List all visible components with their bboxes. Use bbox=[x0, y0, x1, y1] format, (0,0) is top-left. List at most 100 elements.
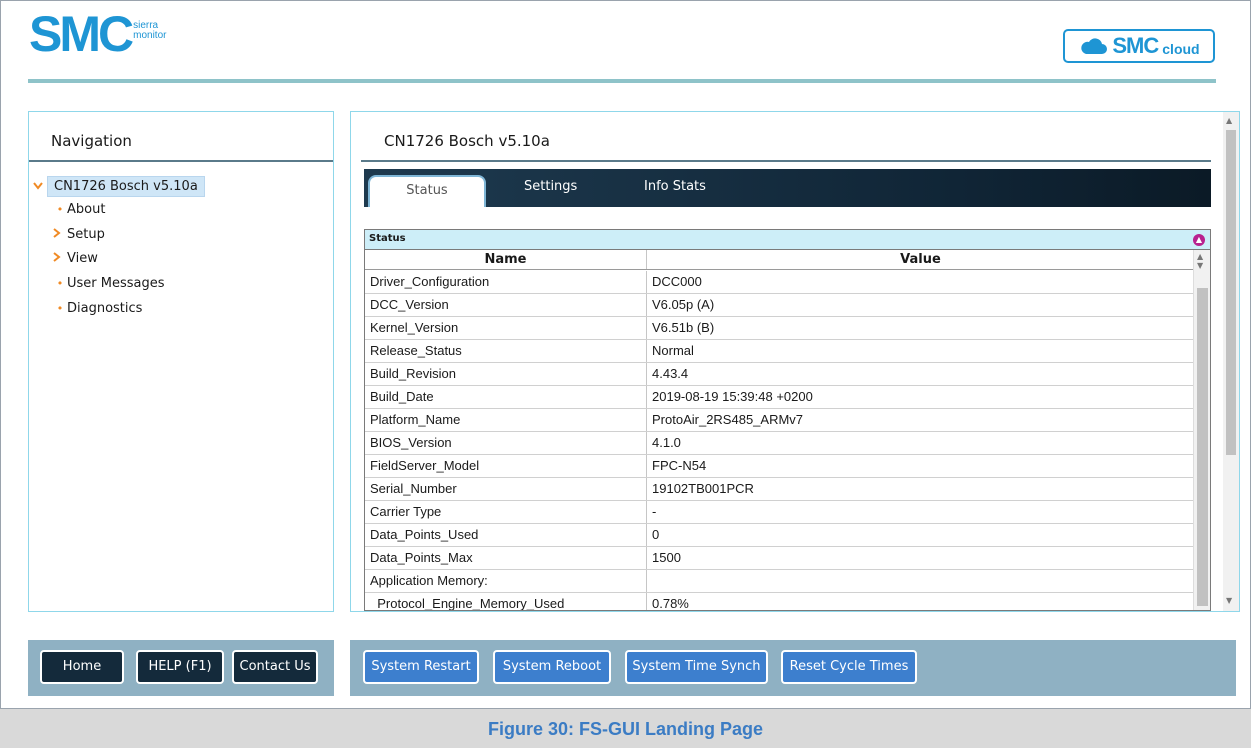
row-value: 0 bbox=[652, 527, 660, 542]
table-row: Application Memory: bbox=[365, 570, 1194, 593]
scroll-down-icon[interactable]: ▼ bbox=[1226, 596, 1232, 605]
row-name: DCC_Version bbox=[365, 294, 647, 316]
bullet-icon: • bbox=[56, 203, 64, 216]
row-value: 0.78% bbox=[652, 596, 689, 611]
tree-item-diagnostics[interactable]: • Diagnostics bbox=[53, 301, 143, 316]
bullet-icon: • bbox=[56, 302, 64, 315]
row-value: V6.51b (B) bbox=[652, 320, 715, 335]
header-divider bbox=[28, 79, 1216, 83]
row-value: 1500 bbox=[652, 550, 681, 565]
row-value bbox=[647, 570, 1194, 592]
chevron-right-icon bbox=[53, 251, 67, 266]
tree-item-label: Diagnostics bbox=[67, 301, 143, 316]
table-row: DCC_Version V6.05p (A) bbox=[365, 294, 1194, 317]
navigation-panel: Navigation CN1726 Bosch v5.10a • About S… bbox=[28, 111, 334, 612]
table-row: BIOS_Version 4.1.0 bbox=[365, 432, 1194, 455]
status-table: Status ▲ Name Value Driver_Configuration… bbox=[364, 229, 1211, 611]
help-button[interactable]: HELP (F1) bbox=[136, 650, 224, 684]
row-name: Build_Revision bbox=[365, 363, 647, 385]
row-value: 4.1.0 bbox=[652, 435, 681, 450]
smc-cloud-logo[interactable]: SMC cloud bbox=[1063, 29, 1215, 63]
table-row: Data_Points_Max 1500 bbox=[365, 547, 1194, 570]
tree-item-label: Setup bbox=[67, 227, 105, 242]
main-divider bbox=[361, 160, 1211, 162]
tab-info-stats[interactable]: Info Stats bbox=[644, 179, 706, 194]
contact-us-button[interactable]: Contact Us bbox=[232, 650, 318, 684]
tab-settings[interactable]: Settings bbox=[524, 179, 577, 194]
smc-logo: SMC sierra monitor bbox=[29, 6, 166, 62]
system-restart-button[interactable]: System Restart bbox=[363, 650, 479, 684]
chevron-down-icon bbox=[33, 179, 47, 194]
tab-bar: Status Settings Info Stats bbox=[364, 169, 1211, 207]
table-body: Driver_Configuration DCC000 DCC_Version V6… bbox=[365, 271, 1194, 611]
table-row: FieldServer_Model FPC-N54 bbox=[365, 455, 1194, 478]
row-value: Normal bbox=[652, 343, 694, 358]
tree-item-view[interactable]: View bbox=[53, 251, 98, 266]
row-name: Protocol_Engine_Memory_Used bbox=[365, 593, 647, 610]
table-row: Release_Status Normal bbox=[365, 340, 1194, 363]
tree-item-label: View bbox=[67, 251, 98, 266]
nav-button-bar: Home HELP (F1) Contact Us bbox=[28, 640, 334, 696]
row-value: - bbox=[652, 504, 657, 519]
table-row: Kernel_Version V6.51b (B) bbox=[365, 317, 1194, 340]
cloud-logo-subtext: cloud bbox=[1162, 41, 1200, 57]
row-value: DCC000 bbox=[652, 274, 702, 289]
row-name: Data_Points_Max bbox=[365, 547, 647, 569]
figure-caption: Figure 30: FS-GUI Landing Page bbox=[487, 719, 764, 739]
chevron-right-icon bbox=[53, 227, 67, 242]
row-name: FieldServer_Model bbox=[365, 455, 647, 477]
table-row: Build_Date 2019-08-19 15:39:48 +0200 bbox=[365, 386, 1194, 409]
scroll-up-icon[interactable]: ▲ bbox=[1197, 252, 1203, 261]
nav-divider bbox=[29, 160, 333, 162]
nav-title: Navigation bbox=[51, 132, 132, 150]
row-name: Data_Points_Used bbox=[365, 524, 647, 546]
logo-subtext: sierra monitor bbox=[133, 21, 166, 41]
tree-root[interactable]: CN1726 Bosch v5.10a bbox=[33, 176, 205, 197]
table-row: Driver_Configuration DCC000 bbox=[365, 271, 1194, 294]
status-section-header: Status ▲ bbox=[365, 230, 1210, 250]
row-name: Platform_Name bbox=[365, 409, 647, 431]
main-scrollbar[interactable]: ▲ ▼ bbox=[1223, 112, 1239, 611]
row-name: Application Memory: bbox=[365, 570, 647, 592]
table-row: Serial_Number 19102TB001PCR bbox=[365, 478, 1194, 501]
tree-item-user-messages[interactable]: • User Messages bbox=[53, 276, 165, 291]
tree-root-label: CN1726 Bosch v5.10a bbox=[47, 176, 205, 197]
tree-item-setup[interactable]: Setup bbox=[53, 227, 105, 242]
scroll-down-icon[interactable]: ▼ bbox=[1197, 261, 1203, 270]
system-reboot-button[interactable]: System Reboot bbox=[493, 650, 611, 684]
table-row: Protocol_Engine_Memory_Used 0.78% bbox=[365, 593, 1194, 611]
row-name: Carrier Type bbox=[365, 501, 647, 523]
row-value: 2019-08-19 15:39:48 +0200 bbox=[652, 389, 813, 404]
bullet-icon: • bbox=[56, 277, 64, 290]
row-value: FPC-N54 bbox=[652, 458, 707, 473]
main-panel: CN1726 Bosch v5.10a Status Settings Info… bbox=[350, 111, 1240, 612]
main-scrollbar-thumb[interactable] bbox=[1226, 130, 1236, 455]
table-scrollbar-thumb[interactable] bbox=[1197, 288, 1208, 606]
row-name: Build_Date bbox=[365, 386, 647, 408]
status-section-title: Status bbox=[369, 233, 406, 244]
row-name: Driver_Configuration bbox=[365, 271, 647, 293]
collapse-icon[interactable]: ▲ bbox=[1193, 234, 1205, 246]
logo-text: SMC bbox=[29, 6, 134, 62]
table-row: Data_Points_Used 0 bbox=[365, 524, 1194, 547]
cloud-logo-brand: SMC bbox=[1112, 33, 1159, 58]
table-header: Name Value bbox=[365, 250, 1194, 270]
tree-item-about[interactable]: • About bbox=[53, 202, 106, 217]
system-time-synch-button[interactable]: System Time Synch bbox=[625, 650, 768, 684]
table-scrollbar[interactable]: ▲ ▼ bbox=[1193, 250, 1210, 610]
scroll-up-icon[interactable]: ▲ bbox=[1226, 116, 1232, 125]
table-row: Platform_Name ProtoAir_2RS485_ARMv7 bbox=[365, 409, 1194, 432]
table-row: Carrier Type - bbox=[365, 501, 1194, 524]
column-header-name: Name bbox=[365, 250, 647, 269]
row-name: Serial_Number bbox=[365, 478, 647, 500]
action-button-bar: System Restart System Reboot System Time… bbox=[350, 640, 1236, 696]
tab-status[interactable]: Status bbox=[368, 175, 486, 207]
home-button[interactable]: Home bbox=[40, 650, 124, 684]
column-header-value: Value bbox=[900, 252, 941, 267]
tree-item-label: About bbox=[67, 202, 106, 217]
table-row: Build_Revision 4.43.4 bbox=[365, 363, 1194, 386]
row-value: 4.43.4 bbox=[652, 366, 689, 381]
row-name: Release_Status bbox=[365, 340, 647, 362]
cloud-icon bbox=[1081, 38, 1108, 54]
reset-cycle-times-button[interactable]: Reset Cycle Times bbox=[781, 650, 917, 684]
